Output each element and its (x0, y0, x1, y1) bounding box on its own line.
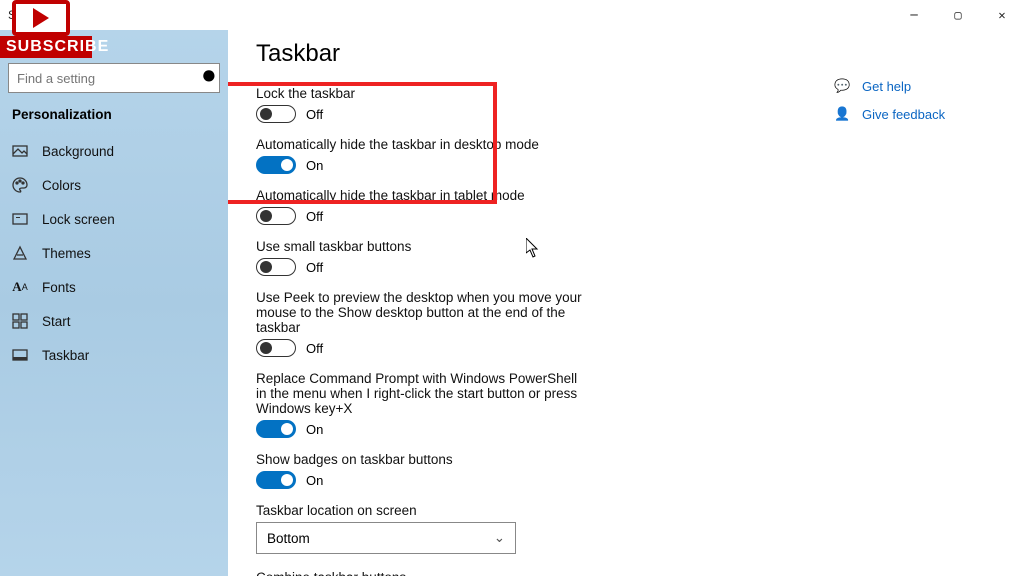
close-button[interactable]: ✕ (980, 0, 1024, 30)
main-column: Taskbar Lock the taskbar Off Automatical… (256, 36, 810, 576)
start-icon (12, 313, 28, 329)
cursor-icon (526, 238, 540, 258)
setting-location-value: Bottom (267, 531, 310, 546)
get-help-label: Get help (862, 79, 911, 94)
setting-badges-toggle[interactable] (256, 471, 296, 489)
setting-lock-state: Off (306, 107, 323, 122)
palette-icon (12, 177, 28, 193)
give-feedback-label: Give feedback (862, 107, 945, 122)
minimize-button[interactable]: ─ (892, 0, 936, 30)
setting-powershell-state: On (306, 422, 323, 437)
give-feedback-link[interactable]: 👤 Give feedback (834, 106, 994, 122)
sidebar-item-label: Colors (42, 178, 81, 193)
sidebar-item-label: Start (42, 314, 71, 329)
help-icon: 💬 (834, 78, 850, 94)
setting-small-buttons-toggle[interactable] (256, 258, 296, 276)
feedback-icon: 👤 (834, 106, 850, 122)
setting-location-select[interactable]: Bottom ⌄ (256, 522, 516, 554)
search-box[interactable] (8, 63, 220, 93)
chevron-down-icon: ⌄ (494, 530, 505, 546)
right-column: 💬 Get help 👤 Give feedback (834, 36, 994, 576)
settings-window: Settings ─ ▢ ✕ ⌂ Home Personalization Ba… (0, 0, 1024, 576)
sidebar-item-taskbar[interactable]: Taskbar (0, 338, 228, 372)
setting-badges-state: On (306, 473, 323, 488)
sidebar-item-label: Fonts (42, 280, 76, 295)
image-icon (12, 143, 28, 159)
sidebar: ⌂ Home Personalization Background Colors… (0, 30, 228, 576)
setting-powershell-toggle[interactable] (256, 420, 296, 438)
setting-autohide-tablet-label: Automatically hide the taskbar in tablet… (256, 188, 636, 203)
page-title: Taskbar (256, 40, 810, 68)
sidebar-item-fonts[interactable]: AA Fonts (0, 270, 228, 304)
sidebar-item-background[interactable]: Background (0, 134, 228, 168)
app-title: Settings (8, 8, 51, 22)
setting-autohide-tablet-toggle[interactable] (256, 207, 296, 225)
content-pane: Taskbar Lock the taskbar Off Automatical… (228, 30, 1024, 576)
setting-combine-label: Combine taskbar buttons (256, 570, 636, 576)
titlebar: Settings ─ ▢ ✕ (0, 0, 1024, 30)
maximize-button[interactable]: ▢ (936, 0, 980, 30)
get-help-link[interactable]: 💬 Get help (834, 78, 994, 94)
themes-icon (12, 245, 28, 261)
setting-lock-label: Lock the taskbar (256, 86, 636, 101)
setting-badges-label: Show badges on taskbar buttons (256, 452, 636, 467)
setting-autohide-tablet-state: Off (306, 209, 323, 224)
lockscreen-icon (12, 211, 28, 227)
setting-autohide-desktop-toggle[interactable] (256, 156, 296, 174)
sidebar-item-label: Taskbar (42, 348, 89, 363)
sidebar-item-themes[interactable]: Themes (0, 236, 228, 270)
setting-peek-state: Off (306, 341, 323, 356)
search-input[interactable] (9, 71, 201, 86)
setting-autohide-desktop-label: Automatically hide the taskbar in deskto… (256, 137, 636, 152)
sidebar-item-label: Background (42, 144, 114, 159)
sidebar-item-start[interactable]: Start (0, 304, 228, 338)
sidebar-section-title: Personalization (0, 103, 228, 134)
setting-peek-label: Use Peek to preview the desktop when you… (256, 290, 591, 335)
setting-peek-toggle[interactable] (256, 339, 296, 357)
taskbar-icon (12, 347, 28, 363)
setting-lock-toggle[interactable] (256, 105, 296, 123)
search-icon (201, 68, 219, 89)
setting-powershell-label: Replace Command Prompt with Windows Powe… (256, 371, 591, 416)
setting-small-buttons-state: Off (306, 260, 323, 275)
sidebar-item-colors[interactable]: Colors (0, 168, 228, 202)
setting-small-buttons-label: Use small taskbar buttons (256, 239, 636, 254)
fonts-icon: AA (12, 279, 28, 295)
setting-location-label: Taskbar location on screen (256, 503, 636, 518)
sidebar-item-label: Lock screen (42, 212, 115, 227)
sidebar-item-label: Themes (42, 246, 91, 261)
setting-autohide-desktop-state: On (306, 158, 323, 173)
sidebar-item-lockscreen[interactable]: Lock screen (0, 202, 228, 236)
